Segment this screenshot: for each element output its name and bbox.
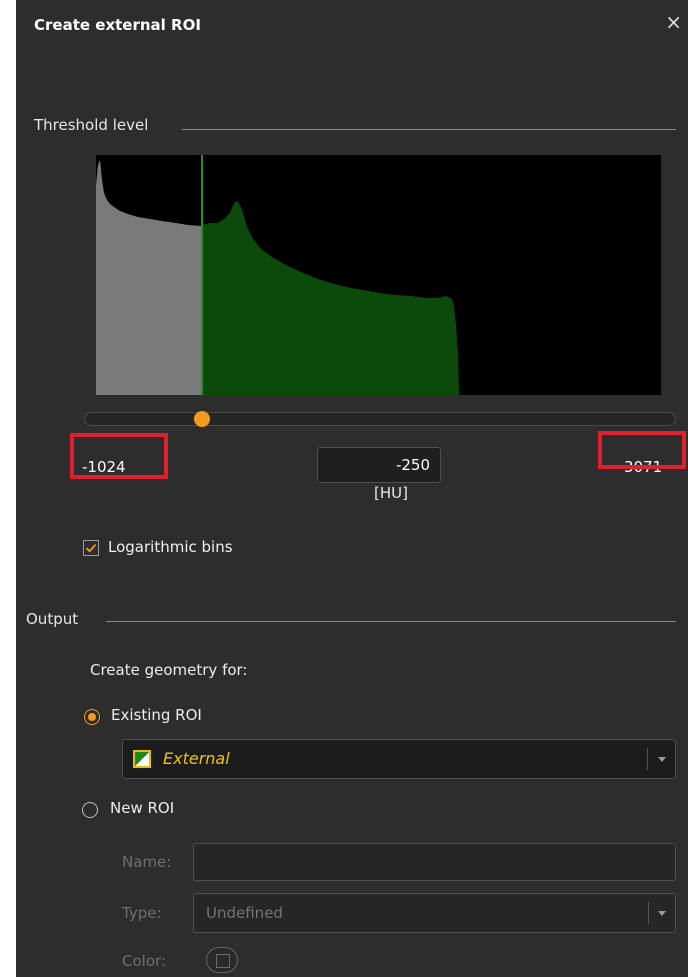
unit-label: [HU] (374, 484, 408, 502)
existing-roi-label[interactable]: Existing ROI (111, 706, 202, 724)
threshold-marker-line (201, 155, 203, 395)
threshold-slider-handle[interactable] (194, 411, 210, 427)
checkmark-icon (85, 544, 97, 553)
type-dropdown[interactable]: Undefined (193, 893, 676, 933)
close-icon[interactable]: × (665, 12, 682, 32)
existing-roi-dropdown[interactable]: External (122, 739, 676, 779)
logarithmic-bins-label[interactable]: Logarithmic bins (108, 538, 233, 556)
roi-color-swatch (133, 750, 151, 768)
existing-roi-radio[interactable] (84, 709, 100, 725)
threshold-value-input[interactable] (317, 447, 441, 483)
output-section-label: Output (26, 610, 79, 628)
threshold-section-label: Threshold level (34, 116, 149, 134)
create-external-roi-dialog: Create external ROI × Threshold level -1… (16, 0, 688, 977)
new-roi-label[interactable]: New ROI (110, 799, 174, 817)
new-roi-radio[interactable] (82, 802, 98, 818)
chevron-down-icon[interactable] (658, 911, 666, 916)
threshold-histogram (96, 155, 661, 395)
name-field-label: Name: (122, 853, 172, 871)
roi-color-swatch-icon (135, 752, 149, 766)
existing-roi-value: External (163, 749, 230, 768)
threshold-section-divider (182, 129, 676, 130)
dropdown-separator (647, 748, 648, 770)
output-section-divider (106, 621, 676, 622)
type-field-label: Type: (122, 904, 162, 922)
name-input[interactable] (193, 843, 676, 881)
color-picker-button[interactable] (206, 947, 238, 973)
color-swatch (216, 954, 230, 968)
threshold-slider-track[interactable] (84, 412, 676, 426)
range-min-highlight-box (70, 433, 168, 479)
dialog-title: Create external ROI (34, 16, 201, 34)
chevron-down-icon[interactable] (658, 757, 666, 762)
type-dropdown-value: Undefined (206, 904, 283, 922)
dropdown-separator (648, 902, 649, 924)
create-geometry-label: Create geometry for: (90, 661, 248, 679)
logarithmic-bins-checkbox[interactable] (83, 540, 99, 556)
color-field-label: Color: (122, 952, 166, 970)
range-max-highlight-box (598, 431, 686, 469)
